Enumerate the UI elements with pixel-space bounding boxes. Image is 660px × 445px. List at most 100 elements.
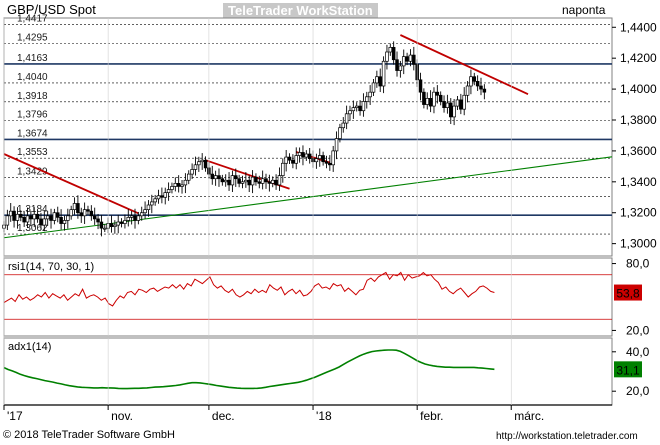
candle-body: [197, 161, 201, 166]
fib-level-label: 1,4040: [17, 72, 48, 83]
candle-body: [291, 159, 295, 164]
candle-body: [240, 181, 245, 184]
candle-body: [452, 105, 456, 118]
candle-body: [267, 181, 272, 184]
candle-body: [217, 175, 221, 180]
price-axis-label: 1,3200: [620, 206, 657, 220]
fib-level-label: 1,3184: [17, 204, 48, 215]
candle-body: [472, 76, 477, 82]
price-axis-label: 1,3800: [620, 113, 657, 127]
candle-body: [287, 156, 292, 161]
adx-axis-label: 40,0: [626, 345, 650, 359]
candle-body: [210, 173, 215, 180]
candle-body: [39, 218, 43, 226]
candle-body: [109, 223, 114, 227]
candle-body: [422, 91, 426, 105]
candle-body: [230, 175, 235, 186]
candle-body: [55, 212, 60, 218]
adx-panel-frame: [3, 337, 613, 406]
candle-body: [435, 91, 440, 96]
fib-level-label: 1,4417: [17, 14, 48, 25]
candle-body: [348, 110, 352, 115]
candle-body: [133, 215, 137, 221]
price-axis-label: 1,3600: [620, 144, 657, 158]
candle-body: [116, 221, 120, 226]
candle-body: [247, 179, 251, 186]
candle-body: [45, 215, 50, 220]
candle-body: [103, 227, 107, 230]
candle-body: [69, 209, 73, 217]
candle-body: [146, 204, 151, 210]
candle-body: [59, 217, 63, 224]
candle-body: [29, 215, 33, 220]
candle-body: [8, 210, 13, 217]
candle-body: [418, 79, 423, 93]
candle-body: [479, 85, 483, 90]
candle-body: [173, 183, 178, 187]
candle-body: [438, 94, 443, 102]
candle-body: [52, 212, 57, 221]
price-axis-label: 1,3000: [620, 237, 657, 251]
candle-body: [96, 218, 100, 223]
candle-body: [143, 209, 147, 214]
candle-body: [368, 91, 372, 98]
candle-body: [318, 155, 322, 159]
candle-body: [459, 99, 463, 110]
candle-body: [126, 217, 131, 221]
candle-body: [341, 122, 346, 129]
candle-body: [119, 221, 124, 224]
candle-body: [465, 85, 470, 96]
candle-body: [193, 164, 198, 170]
candle-body: [150, 201, 154, 206]
candle-body: [375, 76, 379, 84]
candle-body: [227, 179, 231, 186]
time-axis-label: márc.: [514, 409, 544, 423]
candle-body: [391, 47, 396, 61]
candle-body: [449, 102, 453, 118]
candle-body: [401, 56, 406, 67]
candle-body: [12, 210, 16, 221]
candle-body: [213, 175, 218, 180]
price-panel-frame: [3, 17, 613, 257]
candle-body: [99, 221, 104, 229]
price-axis-label: 1,4200: [620, 51, 657, 65]
candle-body: [35, 213, 40, 220]
candle-body: [66, 215, 70, 221]
candle-body: [284, 156, 288, 164]
candle-body: [79, 212, 84, 217]
candle-body: [163, 192, 167, 198]
rsi-line: [3, 271, 495, 307]
candle-body: [398, 65, 403, 71]
candle-body: [19, 213, 23, 218]
price-axis-label: 1,4000: [620, 82, 657, 96]
candle-body: [183, 179, 188, 186]
candle-body: [260, 178, 265, 184]
candle-body: [156, 195, 161, 200]
candle-body: [187, 173, 191, 181]
candle-body: [297, 152, 302, 156]
candle-body: [139, 212, 144, 217]
candle-body: [190, 169, 194, 175]
candle-body: [250, 176, 255, 186]
adx-axis-label: 20,0: [626, 384, 650, 398]
adx-last-value: 31,1: [616, 363, 640, 377]
time-axis-label: dec.: [212, 409, 235, 423]
candle-body: [385, 51, 389, 62]
candle-body: [334, 138, 339, 152]
candle-body: [425, 98, 429, 105]
candle-body: [62, 220, 67, 224]
candle-body: [331, 150, 335, 166]
time-axis-label: '18: [316, 409, 332, 423]
candle-body: [82, 209, 87, 217]
candle-body: [428, 98, 433, 107]
candle-body: [72, 203, 77, 210]
candle-body: [412, 54, 416, 65]
candle-body: [153, 198, 157, 203]
candle-body: [257, 181, 262, 184]
fib-level-label: 1,3918: [17, 91, 48, 102]
adx-panel-title: adx1(14): [8, 341, 51, 353]
candle-body: [462, 94, 466, 110]
candle-body: [136, 215, 141, 221]
candle-body: [274, 179, 278, 186]
candle-body: [358, 105, 362, 112]
